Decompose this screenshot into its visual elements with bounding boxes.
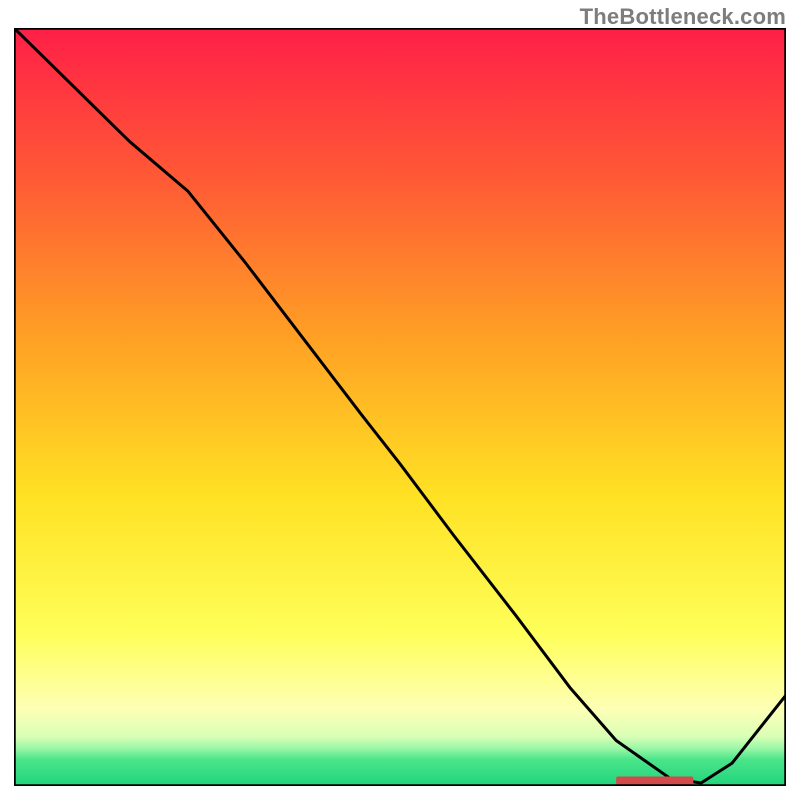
- chart-stage: TheBottleneck.com: [0, 0, 800, 800]
- plot-frame: [14, 28, 786, 786]
- watermark-text: TheBottleneck.com: [580, 4, 786, 30]
- bottleneck-plot: [14, 28, 786, 786]
- optimal-region-marker: [616, 777, 693, 785]
